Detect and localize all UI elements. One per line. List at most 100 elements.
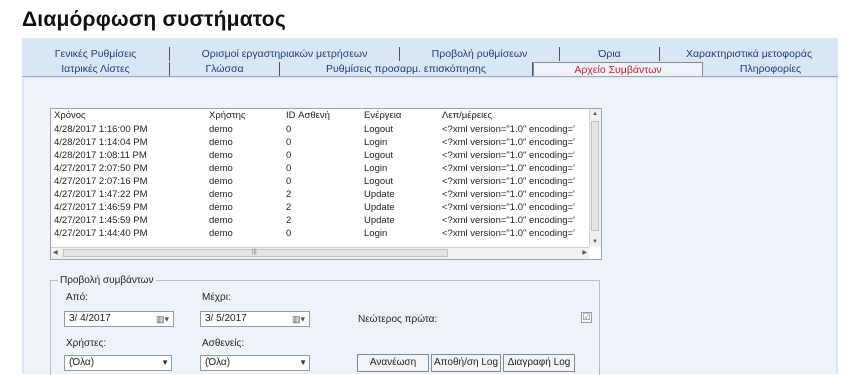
cell-user: demo — [209, 137, 233, 148]
cell-details: <?xml version="1.0" encoding=' — [442, 137, 575, 148]
cell-patient-id: 0 — [286, 124, 292, 135]
cell-patient-id: 2 — [286, 202, 292, 213]
newest-first-checkbox[interactable]: ☑ — [581, 312, 592, 323]
to-date-picker[interactable]: 3/ 5/2017 ▥▾ — [200, 311, 310, 327]
column-header-details[interactable]: Λεπ/μέρειες — [439, 109, 589, 123]
horizontal-scrollbar[interactable]: ◀ ||| ▶ — [51, 247, 589, 259]
tab-limits[interactable]: Όρια — [560, 47, 660, 61]
chevron-down-icon[interactable]: ▼ — [299, 356, 307, 370]
column-header-user[interactable]: Χρήστης — [206, 109, 283, 123]
table-row[interactable]: 4/27/2017 1:47:22 PM demo 2 Update <?xml ver… — [51, 188, 589, 201]
cell-patient-id: 2 — [286, 189, 292, 200]
tab-language[interactable]: Γλώσσα — [170, 62, 280, 76]
cell-patient-id: 0 — [286, 163, 292, 174]
cell-user: demo — [209, 150, 233, 161]
to-date-value: 3/ 5/2017 — [205, 313, 247, 324]
table-row[interactable]: 4/28/2017 1:16:00 PM demo 0 Logout <?xml ver… — [51, 123, 589, 136]
tab-divider — [22, 76, 838, 77]
cell-action: Update — [364, 189, 395, 200]
users-select[interactable]: (Όλα) ▼ — [64, 355, 172, 371]
cell-action: Update — [364, 202, 395, 213]
arrow-down-icon[interactable]: ▼ — [592, 238, 598, 246]
cell-time: 4/27/2017 1:45:59 PM — [54, 215, 148, 226]
chevron-down-icon[interactable]: ▼ — [161, 356, 169, 370]
vertical-scrollbar[interactable]: ▲ ▼ — [589, 109, 601, 247]
column-header-time[interactable]: Χρόνος — [51, 109, 206, 123]
patients-select[interactable]: (Όλα) ▼ — [200, 355, 310, 371]
tab-overview-customization[interactable]: Ρυθμίσεις προσαρμ. επισκόπησης — [280, 62, 533, 76]
cell-action: Login — [364, 228, 388, 239]
users-select-value: (Όλα) — [69, 357, 95, 368]
calendar-icon[interactable]: ▥▾ — [292, 312, 305, 326]
tab-row-2: Ιατρικές Λίστες Γλώσσα Ρυθμίσεις προσαρμ… — [22, 62, 838, 76]
cell-user: demo — [209, 176, 233, 187]
cell-details: <?xml version="1.0" encoding=' — [442, 189, 575, 200]
cell-user: demo — [209, 189, 233, 200]
column-header-patient-id[interactable]: ID Ασθενή — [283, 109, 361, 123]
cell-details: <?xml version="1.0" encoding=' — [442, 124, 575, 135]
cell-user: demo — [209, 202, 233, 213]
tab-medical-lists[interactable]: Ιατρικές Λίστες — [22, 62, 170, 76]
cell-action: Login — [364, 163, 388, 174]
cell-patient-id: 0 — [286, 176, 292, 187]
cell-action: Logout — [364, 124, 394, 135]
delete-log-button[interactable]: Διαγραφή Log — [503, 354, 575, 372]
calendar-icon[interactable]: ▥▾ — [156, 312, 169, 326]
save-log-button[interactable]: Αποθή/ση Log — [431, 354, 501, 372]
patients-label: Ασθενείς: — [202, 338, 245, 349]
cell-time: 4/27/2017 2:07:50 PM — [54, 163, 148, 174]
event-log-page: Χρόνος Χρήστης ID Ασθενή Ενέργεια Λεπ/μέ… — [24, 78, 836, 375]
cell-patient-id: 0 — [286, 228, 292, 239]
cell-time: 4/28/2017 1:08:11 PM — [54, 150, 147, 161]
tab-lab-definitions[interactable]: Ορισμοί εργαστηριακών μετρήσεων — [170, 47, 400, 61]
cell-time: 4/27/2017 1:47:22 PM — [54, 189, 148, 200]
cell-action: Logout — [364, 150, 394, 161]
tab-row-1: Γενικές Ρυθμίσεις Ορισμοί εργαστηριακών … — [22, 47, 838, 61]
event-log-table[interactable]: Χρόνος Χρήστης ID Ασθενή Ενέργεια Λεπ/μέ… — [50, 108, 602, 260]
arrow-left-icon[interactable]: ◀ — [53, 249, 58, 257]
from-date-value: 3/ 4/2017 — [69, 313, 111, 324]
column-header-action[interactable]: Ενέργεια — [361, 109, 439, 123]
refresh-button[interactable]: Ανανέωση — [357, 354, 429, 372]
cell-action: Update — [364, 215, 395, 226]
table-row[interactable]: 4/27/2017 1:46:59 PM demo 2 Update <?xml ver… — [51, 201, 589, 214]
cell-details: <?xml version="1.0" encoding=' — [442, 202, 575, 213]
cell-patient-id: 0 — [286, 137, 292, 148]
table-row[interactable]: 4/28/2017 1:14:04 PM demo 0 Login <?xml vers… — [51, 136, 589, 149]
tab-event-log[interactable]: Αρχείο Συμβάντων — [533, 62, 703, 76]
arrow-right-icon[interactable]: ▶ — [582, 249, 587, 257]
cell-time: 4/27/2017 1:46:59 PM — [54, 202, 148, 213]
arrow-up-icon[interactable]: ▲ — [592, 110, 598, 118]
table-row[interactable]: 4/27/2017 2:07:16 PM demo 0 Logout <?xml ver… — [51, 175, 589, 188]
horizontal-scroll-thumb[interactable]: ||| — [63, 249, 448, 257]
cell-details: <?xml version="1.0" encoding=' — [442, 215, 575, 226]
cell-patient-id: 2 — [286, 215, 292, 226]
vertical-scroll-thumb[interactable] — [591, 121, 599, 231]
cell-details: <?xml version="1.0" encoding=' — [442, 176, 575, 187]
cell-time: 4/28/2017 1:14:04 PM — [54, 137, 148, 148]
cell-user: demo — [209, 163, 233, 174]
from-date-picker[interactable]: 3/ 4/2017 ▥▾ — [64, 311, 174, 327]
tab-transfer-characteristics[interactable]: Χαρακτηριστικά μετοφοράς — [660, 47, 838, 61]
table-row[interactable]: 4/27/2017 1:44:40 PM demo 0 Login <?xml vers… — [51, 227, 589, 240]
cell-patient-id: 0 — [286, 150, 292, 161]
cell-action: Logout — [364, 176, 394, 187]
tab-view-settings[interactable]: Προβολή ρυθμίσεων — [400, 47, 560, 61]
from-label: Από: — [66, 292, 88, 303]
cell-details: <?xml version="1.0" encoding=' — [442, 228, 575, 239]
to-label: Μέχρι: — [202, 292, 231, 303]
cell-time: 4/27/2017 1:44:40 PM — [54, 228, 148, 239]
scroll-grip-icon: ||| — [252, 249, 257, 255]
table-row[interactable]: 4/27/2017 1:45:59 PM demo 2 Update <?xml ver… — [51, 214, 589, 227]
tab-information[interactable]: Πληροφορίες — [703, 62, 838, 76]
table-row[interactable]: 4/27/2017 2:07:50 PM demo 0 Login <?xml vers… — [51, 162, 589, 175]
cell-details: <?xml version="1.0" encoding=' — [442, 150, 575, 161]
users-label: Χρήστες: — [66, 338, 107, 349]
cell-time: 4/28/2017 1:16:00 PM — [54, 124, 148, 135]
cell-user: demo — [209, 215, 233, 226]
table-row[interactable]: 4/28/2017 1:08:11 PM demo 0 Logout <?xml ver… — [51, 149, 589, 162]
cell-action: Login — [364, 137, 388, 148]
patients-select-value: (Όλα) — [205, 357, 231, 368]
table-header: Χρόνος Χρήστης ID Ασθενή Ενέργεια Λεπ/μέ… — [51, 109, 589, 123]
tab-general-settings[interactable]: Γενικές Ρυθμίσεις — [22, 47, 170, 61]
